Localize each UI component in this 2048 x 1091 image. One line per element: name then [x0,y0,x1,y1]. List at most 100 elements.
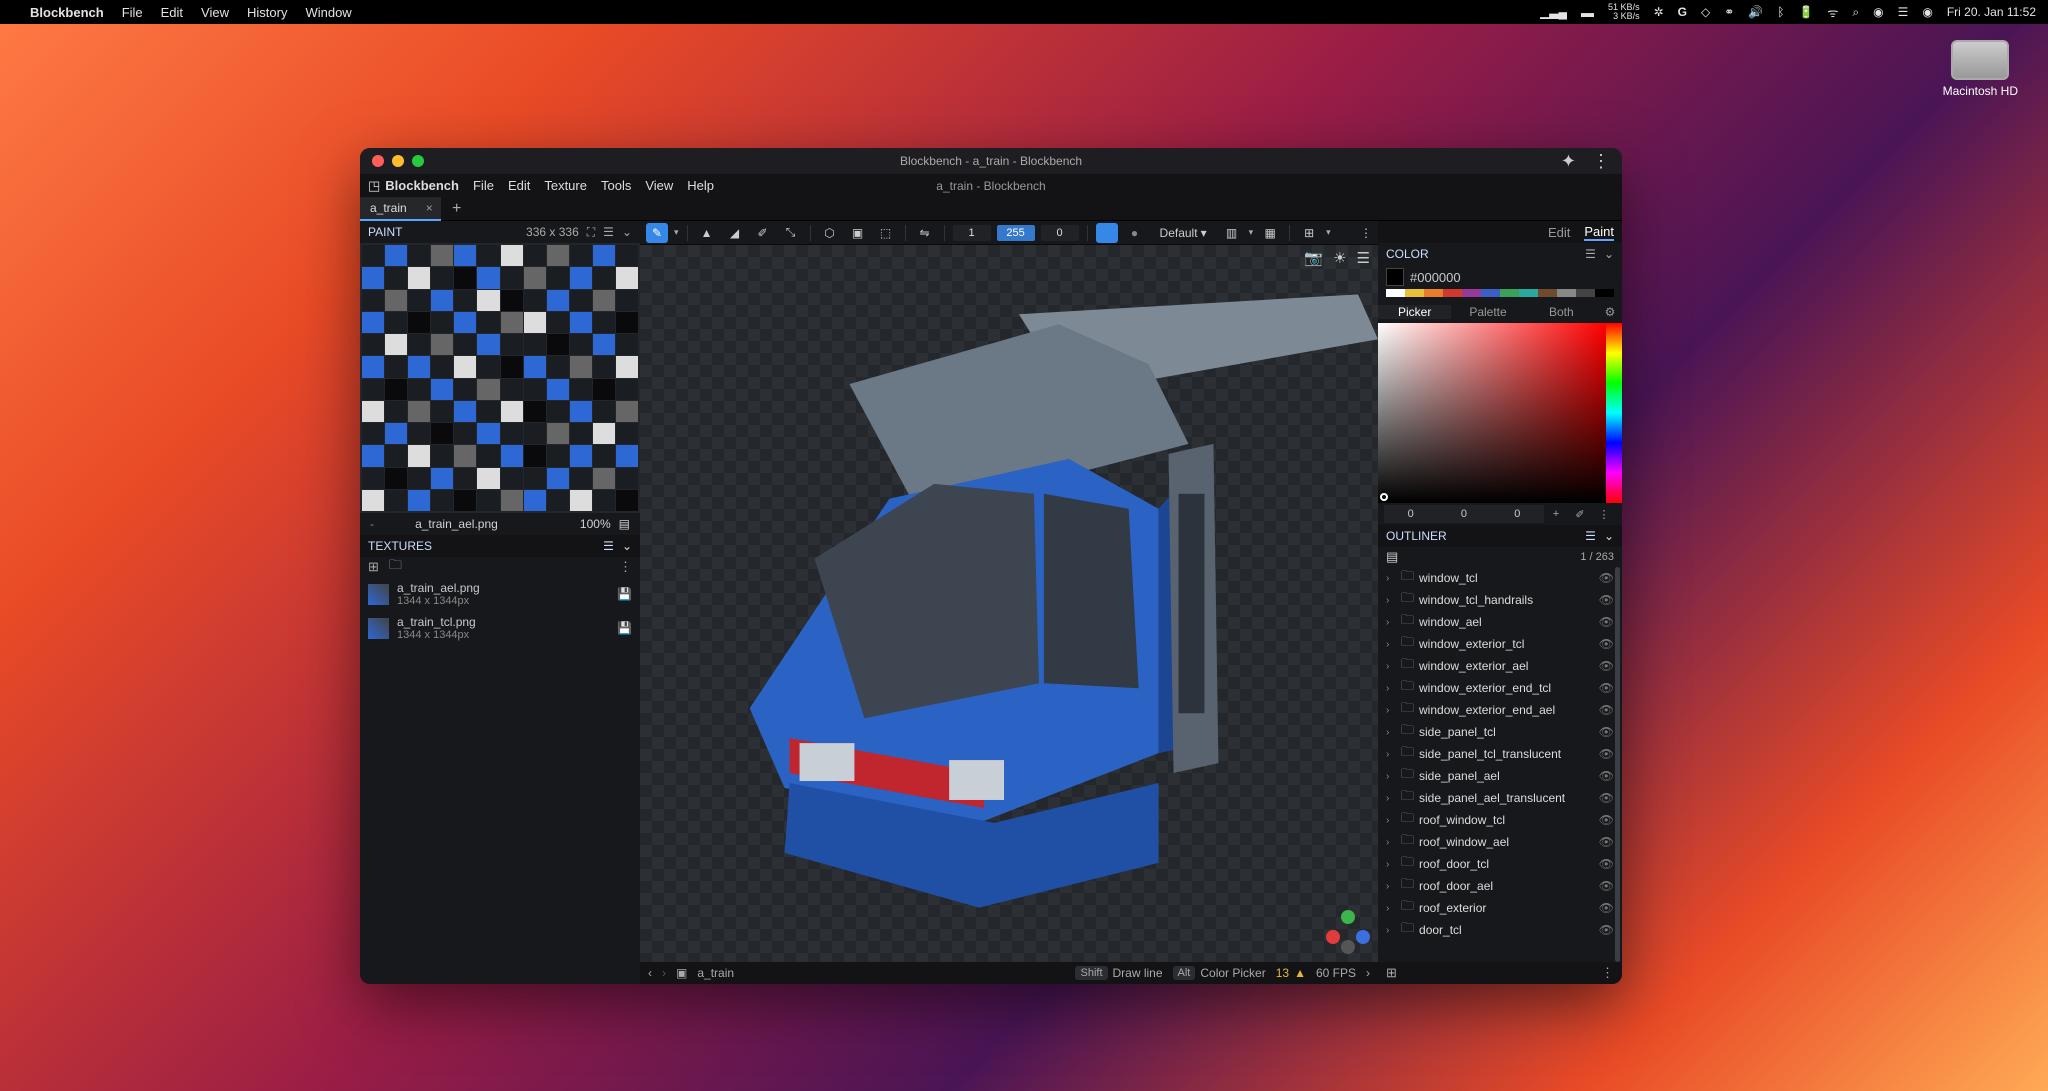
rgb-g[interactable]: 0 [1437,505,1490,523]
textures-collapse-icon[interactable]: ⌄ [622,539,632,553]
picker-tool-icon[interactable]: ✐ [752,223,774,243]
line-tool-icon[interactable]: ⤡ [780,223,802,243]
chevron-right-icon[interactable]: › [1386,771,1396,782]
menu-texture[interactable]: Texture [544,178,587,193]
color-settings-icon[interactable]: ⚙ [1598,305,1622,319]
close-window-button[interactable] [372,155,384,167]
rect-tool-icon[interactable]: ⬚ [875,223,897,243]
chevron-right-icon[interactable]: › [1386,925,1396,936]
axis-gizmo[interactable] [1326,910,1370,954]
tab-close-icon[interactable]: × [426,201,433,215]
import-texture-icon[interactable]: 🗀 [389,556,402,578]
app-logo[interactable]: ◳ Blockbench [368,178,459,194]
chevron-right-icon[interactable]: › [1386,859,1396,870]
status-expand-icon[interactable]: › [1366,966,1370,980]
menubar-window[interactable]: Window [305,5,351,20]
expand-icon[interactable]: ⛶ [587,225,595,240]
tab-a-train[interactable]: a_train × [360,197,441,221]
status-battery-icon[interactable]: 🔋 [1798,5,1813,19]
outliner-list[interactable]: ›🗀window_tcl👁›🗀window_tcl_handrails👁 ›🗀wi… [1378,567,1622,962]
visibility-icon[interactable]: 👁 [1599,725,1614,739]
grid-icon[interactable]: ▦ [1259,223,1281,243]
outliner-item[interactable]: ›🗀window_exterior_ael👁 [1378,655,1622,677]
eraser-tool-icon[interactable]: ◢ [724,223,746,243]
outliner-item[interactable]: ›🗀window_tcl👁 [1378,567,1622,589]
textures-more-icon[interactable]: ⋮ [619,559,632,575]
minimize-window-button[interactable] [392,155,404,167]
visibility-icon[interactable]: 👁 [1599,681,1614,695]
outliner-item[interactable]: ›🗀roof_window_ael👁 [1378,831,1622,853]
desktop-hd-icon[interactable]: Macintosh HD [1943,40,2018,98]
tab-both[interactable]: Both [1525,305,1598,319]
options-icon[interactable]: ☰ [603,225,614,239]
brush-shape-circle[interactable]: ● [1124,223,1146,243]
visibility-icon[interactable]: 👁 [1599,923,1614,937]
color-palette[interactable] [1378,289,1622,301]
tab-picker[interactable]: Picker [1378,305,1451,319]
nav-fwd-icon[interactable]: › [662,966,666,980]
rgb-r[interactable]: 0 [1384,505,1437,523]
outliner-item[interactable]: ›🗀window_tcl_handrails👁 [1378,589,1622,611]
chevron-right-icon[interactable]: › [1386,793,1396,804]
chevron-right-icon[interactable]: › [1386,815,1396,826]
visibility-icon[interactable]: 👁 [1599,879,1614,893]
outliner-options-icon[interactable]: ☰ [1585,529,1596,543]
status-user-icon[interactable]: ◉ [1873,5,1883,19]
color-collapse-icon[interactable]: ⌄ [1604,247,1614,261]
status-wifi-icon[interactable]: ᯤ [1827,4,1838,21]
color-swatch[interactable] [1386,268,1404,286]
menu-edit[interactable]: Edit [508,178,530,193]
texture-item[interactable]: a_train_ael.png 1344 x 1344px 💾 [360,577,640,611]
pick-color-icon[interactable]: ✐ [1568,508,1592,521]
add-color-icon[interactable]: + [1544,508,1568,520]
status-siri-icon[interactable]: ◉ [1922,5,1932,19]
outliner-item[interactable]: ›🗀window_exterior_tcl👁 [1378,633,1622,655]
outliner-item[interactable]: ›🗀window_exterior_end_tcl👁 [1378,677,1622,699]
layout-icon[interactable]: ▥ [1221,223,1243,243]
outliner-item[interactable]: ›🗀roof_window_tcl👁 [1378,809,1622,831]
outliner-item[interactable]: ›🗀roof_door_tcl👁 [1378,853,1622,875]
status-fan-icon[interactable]: ✲ [1654,5,1664,19]
mirror-tool-icon[interactable]: ⇋ [914,223,936,243]
visibility-icon[interactable]: 👁 [1599,747,1614,761]
grid2-icon[interactable]: ⊞ [1298,223,1320,243]
visibility-icon[interactable]: 👁 [1599,593,1614,607]
visibility-icon[interactable]: 👁 [1599,901,1614,915]
visibility-icon[interactable]: 👁 [1599,857,1614,871]
brush-preset[interactable]: Default▾ [1152,224,1215,242]
mode-paint[interactable]: Paint [1584,224,1614,241]
status-control-icon[interactable]: ☰ [1898,5,1909,19]
chevron-right-icon[interactable]: › [1386,837,1396,848]
scrollbar[interactable] [1615,567,1620,962]
rgb-more-icon[interactable]: ⋮ [1592,508,1616,521]
chevron-right-icon[interactable]: › [1386,749,1396,760]
chevron-right-icon[interactable]: › [1386,683,1396,694]
brush-softness[interactable]: 0 [1041,225,1079,241]
shape-tool-icon[interactable]: ⬡ [819,223,841,243]
menu-view[interactable]: View [645,178,673,193]
menubar-view[interactable]: View [201,5,229,20]
status-diamond-icon[interactable]: ◇ [1701,5,1710,19]
outliner-view-icon[interactable]: ▤ [1386,549,1398,565]
texture-item[interactable]: a_train_tcl.png 1344 x 1344px 💾 [360,611,640,645]
visibility-icon[interactable]: 👁 [1599,791,1614,805]
color-picker[interactable] [1378,323,1622,503]
outliner-item[interactable]: ›🗀side_panel_ael👁 [1378,765,1622,787]
outliner-item[interactable]: ›🗀side_panel_tcl👁 [1378,721,1622,743]
save-texture-icon[interactable]: 💾 [617,621,632,635]
plugin-icon[interactable]: ✦ [1561,151,1576,172]
chevron-right-icon[interactable]: › [1386,595,1396,606]
status-link-icon[interactable]: ⚭ [1724,5,1734,19]
visibility-icon[interactable]: 👁 [1599,703,1614,717]
menubar-edit[interactable]: Edit [161,5,183,20]
outliner-collapse-icon[interactable]: ⌄ [1604,529,1614,543]
hue-slider[interactable] [1606,323,1622,503]
status-volume-icon[interactable]: 🔊 [1748,5,1763,19]
outliner-item[interactable]: ›🗀window_exterior_end_ael👁 [1378,699,1622,721]
nav-back-icon[interactable]: ‹ [648,966,652,980]
menu-file[interactable]: File [473,178,494,193]
menu-help[interactable]: Help [687,178,714,193]
tab-palette[interactable]: Palette [1451,305,1524,319]
zoom-window-button[interactable] [412,155,424,167]
visibility-icon[interactable]: 👁 [1599,835,1614,849]
